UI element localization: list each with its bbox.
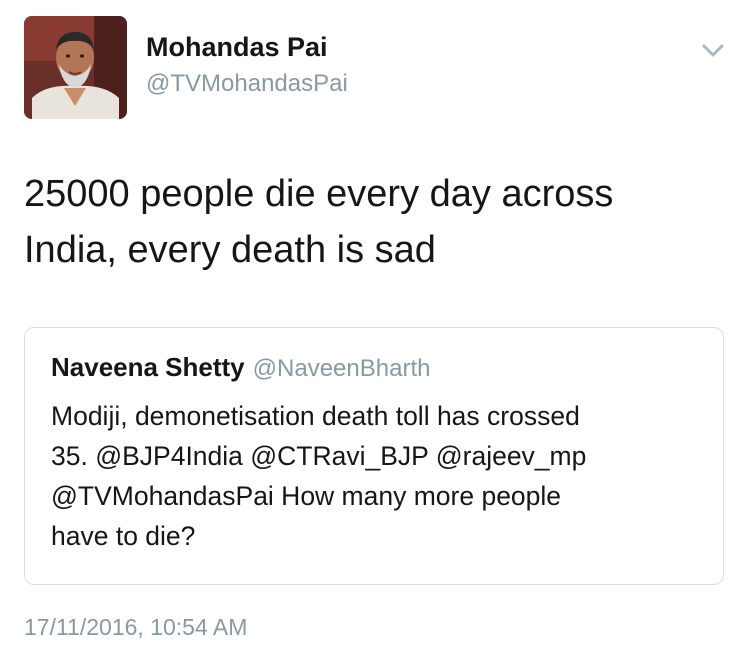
- quoted-tweet-card[interactable]: Naveena Shetty @NaveenBharth Modiji, demo…: [24, 327, 724, 585]
- quoted-author-handle: @NaveenBharth: [252, 355, 431, 382]
- tweet-timestamp[interactable]: 17/11/2016, 10:54 AM: [24, 614, 247, 641]
- quoted-tweet-header: Naveena Shetty @NaveenBharth: [51, 352, 430, 383]
- avatar[interactable]: [24, 16, 127, 119]
- avatar-photo: [24, 16, 127, 119]
- tweet-text: 25000 people die every day across India,…: [24, 173, 614, 271]
- quoted-author-name: Naveena Shetty: [51, 352, 245, 382]
- author-name[interactable]: Mohandas Pai: [146, 32, 328, 63]
- chevron-down-icon[interactable]: [697, 36, 729, 64]
- quoted-tweet-text: Modiji, demonetisation death toll has cr…: [51, 401, 587, 551]
- author-handle[interactable]: @TVMohandasPai: [146, 70, 348, 98]
